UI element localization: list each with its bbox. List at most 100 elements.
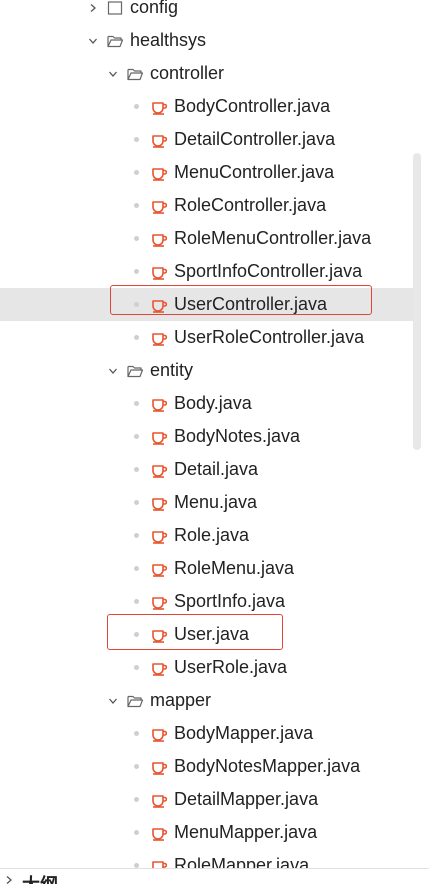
tree-guide-dot (134, 830, 139, 835)
java-coffee-icon (150, 725, 168, 743)
tree-item-label: DetailController.java (174, 129, 336, 149)
tree-guide-dot (134, 797, 139, 802)
tree-file-row[interactable]: Body.java (0, 387, 420, 420)
folder-open-icon (126, 692, 144, 710)
java-coffee-icon (150, 197, 168, 215)
tree-item-label: User.java (174, 624, 250, 644)
tree-folder-row[interactable]: healthsys (0, 24, 420, 57)
java-coffee-icon (150, 791, 168, 809)
tree-guide-dot (134, 401, 139, 406)
tree-file-row[interactable]: Role.java (0, 519, 420, 552)
tree-file-row[interactable]: Menu.java (0, 486, 420, 519)
tree-item-label: RoleMenuController.java (174, 228, 372, 248)
tree-file-row[interactable]: User.java (0, 618, 420, 651)
java-coffee-icon (150, 626, 168, 644)
tree-file-row[interactable]: RoleMapper.java (0, 849, 420, 868)
java-coffee-icon (150, 395, 168, 413)
tree-file-row[interactable]: UserRole.java (0, 651, 420, 684)
tree-file-row[interactable]: MenuMapper.java (0, 816, 420, 849)
tree-guide-dot (134, 137, 139, 142)
tree-guide-dot (134, 434, 139, 439)
tree-file-row[interactable]: SportInfo.java (0, 585, 420, 618)
tree-item-label: MenuController.java (174, 162, 335, 182)
tree-item-label: controller (150, 63, 225, 83)
tree-item-label: BodyNotesMapper.java (174, 756, 361, 776)
tree-item-label: RoleController.java (174, 195, 327, 215)
folder-open-icon (126, 65, 144, 83)
java-coffee-icon (150, 857, 168, 868)
tree-item-label: SportInfoController.java (174, 261, 363, 281)
tree-folder-row[interactable]: config (0, 0, 420, 24)
folder-icon (106, 0, 124, 17)
chevron-down-icon[interactable] (106, 67, 120, 81)
tree-file-row[interactable]: RoleController.java (0, 189, 420, 222)
tree-item-label: BodyController.java (174, 96, 331, 116)
tree-file-row[interactable]: UserController.java (0, 288, 420, 321)
java-coffee-icon (150, 824, 168, 842)
tree-file-row[interactable]: BodyNotes.java (0, 420, 420, 453)
java-coffee-icon (150, 593, 168, 611)
tree-file-row[interactable]: BodyNotesMapper.java (0, 750, 420, 783)
tree-guide-dot (134, 764, 139, 769)
tree-file-row[interactable]: BodyMapper.java (0, 717, 420, 750)
java-coffee-icon (150, 659, 168, 677)
tree-item-label: DetailMapper.java (174, 789, 319, 809)
tree-folder-row[interactable]: mapper (0, 684, 420, 717)
tree-guide-dot (134, 104, 139, 109)
tree-item-label: UserController.java (174, 294, 328, 314)
chevron-down-icon[interactable] (86, 34, 100, 48)
tree-guide-dot (134, 269, 139, 274)
tree-guide-dot (134, 566, 139, 571)
tree-item-label: Role.java (174, 525, 250, 545)
tree-guide-dot (134, 599, 139, 604)
tree-file-row[interactable]: SportInfoController.java (0, 255, 420, 288)
java-coffee-icon (150, 428, 168, 446)
tree-guide-dot (134, 203, 139, 208)
tree-item-label: Body.java (174, 393, 252, 413)
outline-panel-header[interactable]: 大纲 (0, 868, 429, 884)
tree-file-row[interactable]: BodyController.java (0, 90, 420, 123)
java-coffee-icon (150, 461, 168, 479)
tree-file-row[interactable]: RoleMenu.java (0, 552, 420, 585)
java-coffee-icon (150, 494, 168, 512)
tree-folder-row[interactable]: controller (0, 57, 420, 90)
tree-guide-dot (134, 302, 139, 307)
tree-item-label: BodyMapper.java (174, 723, 314, 743)
tree-item-label: entity (150, 360, 194, 380)
tree-folder-row[interactable]: entity (0, 354, 420, 387)
chevron-down-icon[interactable] (106, 364, 120, 378)
tree-guide-dot (134, 665, 139, 670)
tree-item-label: SportInfo.java (174, 591, 286, 611)
tree-file-row[interactable]: MenuController.java (0, 156, 420, 189)
tree-item-label: Menu.java (174, 492, 258, 512)
tree-item-label: mapper (150, 690, 212, 710)
tree-file-row[interactable]: RoleMenuController.java (0, 222, 420, 255)
tree-guide-dot (134, 500, 139, 505)
java-coffee-icon (150, 296, 168, 314)
tree-file-row[interactable]: DetailController.java (0, 123, 420, 156)
chevron-down-icon[interactable] (106, 694, 120, 708)
tree-item-label: healthsys (130, 30, 207, 50)
tree-item-label: RoleMapper.java (174, 855, 310, 868)
tree-file-row[interactable]: UserRoleController.java (0, 321, 420, 354)
tree-item-label: UserRoleController.java (174, 327, 365, 347)
tree-item-label: BodyNotes.java (174, 426, 301, 446)
tree-file-row[interactable]: Detail.java (0, 453, 420, 486)
file-tree: config healthsys controller BodyController.… (0, 0, 429, 868)
java-coffee-icon (150, 527, 168, 545)
tree-guide-dot (134, 170, 139, 175)
tree-item-label: MenuMapper.java (174, 822, 318, 842)
tree-item-label: UserRole.java (174, 657, 288, 677)
java-coffee-icon (150, 230, 168, 248)
java-coffee-icon (150, 329, 168, 347)
java-coffee-icon (150, 263, 168, 281)
tree-item-label: config (130, 0, 179, 17)
tree-file-row[interactable]: DetailMapper.java (0, 783, 420, 816)
tree-guide-dot (134, 335, 139, 340)
chevron-right-icon[interactable] (86, 1, 100, 15)
java-coffee-icon (150, 131, 168, 149)
java-coffee-icon (150, 164, 168, 182)
scrollbar-thumb[interactable] (413, 153, 421, 450)
tree-guide-dot (134, 467, 139, 472)
outline-panel-title: 大纲 (22, 871, 58, 884)
